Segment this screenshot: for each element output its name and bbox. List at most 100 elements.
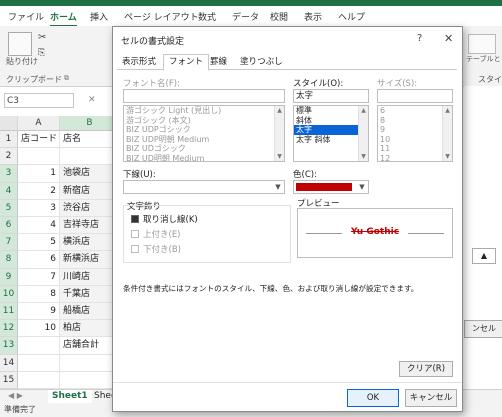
cell-a[interactable]: 1 [18, 165, 60, 183]
cell-b[interactable]: 店名 [60, 131, 120, 149]
row-header[interactable]: 5 [0, 199, 18, 217]
list-item[interactable]: 太字 斜体 [294, 135, 368, 145]
cell-b[interactable]: 吉祥寺店 [60, 217, 120, 235]
tab-insert[interactable]: 挿入 [90, 10, 108, 23]
cell-a[interactable] [18, 371, 60, 389]
list-item[interactable]: BIZ UDPゴシック [124, 125, 284, 135]
font-name-list[interactable]: 游ゴシック Light (見出し) 游ゴシック (本文) BIZ UDPゴシック BI… [123, 105, 285, 162]
cell-a[interactable]: 10 [18, 320, 60, 338]
size-input[interactable] [377, 89, 453, 103]
size-list[interactable]: 6 8 9 10 11 12 ▲ ▼ [377, 105, 453, 162]
row-header[interactable]: 9 [0, 268, 18, 286]
list-item[interactable]: 8 [378, 116, 452, 126]
cell-b[interactable] [60, 354, 120, 372]
cell-b[interactable]: 船橋店 [60, 303, 120, 321]
worksheet-grid[interactable]: A B 1 店コード 店名 2 3 1 池袋店 4 2 新宿店 5 3 渋谷店 6 4 吉祥寺店 7 5 横浜店 8 6… [0, 116, 120, 407]
scroll-down-icon[interactable]: ▼ [443, 152, 452, 161]
ok-button[interactable]: OK [347, 389, 399, 407]
name-box[interactable]: C3 [4, 93, 74, 108]
tab-data[interactable]: データ [232, 10, 259, 23]
column-header-b[interactable]: B [60, 116, 120, 131]
tab-font[interactable]: フォント [163, 54, 210, 71]
cell-b[interactable]: 川崎店 [60, 268, 120, 286]
cell-a[interactable]: 8 [18, 285, 60, 303]
list-item[interactable]: BIZ UD明朝 Medium [124, 154, 284, 162]
tab-number-format[interactable]: 表示形式 [117, 55, 161, 69]
list-item[interactable]: BIZ UDゴシック [124, 144, 284, 154]
row-header[interactable]: 6 [0, 217, 18, 235]
scroll-down-icon[interactable]: ▼ [275, 152, 284, 161]
row-header[interactable]: 7 [0, 234, 18, 252]
cancel-button[interactable]: キャンセル [405, 389, 457, 407]
tab-view[interactable]: 表示 [304, 10, 322, 23]
row-header[interactable]: 10 [0, 285, 18, 303]
list-item[interactable]: 游ゴシック Light (見出し) [124, 106, 284, 116]
cell-b[interactable] [60, 371, 120, 389]
style-list-scrollbar[interactable]: ▲ ▼ [358, 106, 368, 161]
scroll-down-icon[interactable]: ▼ [359, 152, 368, 161]
cell-a[interactable] [18, 337, 60, 355]
cell-b[interactable]: 池袋店 [60, 165, 120, 183]
list-item[interactable]: 游ゴシック (本文) [124, 116, 284, 126]
list-item[interactable]: 斜体 [294, 116, 368, 126]
select-all-corner[interactable] [0, 116, 18, 131]
list-item[interactable]: 6 [378, 106, 452, 116]
row-header[interactable]: 12 [0, 320, 18, 338]
superscript-checkbox[interactable] [131, 230, 139, 238]
cell-a[interactable]: 店コード [18, 131, 60, 149]
cell-b[interactable] [60, 148, 120, 166]
underline-select[interactable]: ▼ [123, 180, 285, 194]
row-header[interactable]: 13 [0, 337, 18, 355]
cell-a[interactable]: 7 [18, 268, 60, 286]
cell-a[interactable] [18, 354, 60, 372]
partial-cancel-button[interactable]: ンセル [464, 320, 502, 338]
row-header[interactable]: 11 [0, 303, 18, 321]
tab-help[interactable]: ヘルプ [338, 10, 365, 23]
font-list-scrollbar[interactable]: ▲ ▼ [274, 106, 284, 161]
cell-b[interactable]: 横浜店 [60, 234, 120, 252]
list-item[interactable]: 9 [378, 125, 452, 135]
subscript-label[interactable]: 下付き(B) [143, 243, 181, 255]
list-item[interactable]: 11 [378, 144, 452, 154]
cell-a[interactable]: 2 [18, 182, 60, 200]
cell-b[interactable]: 新横浜店 [60, 251, 120, 269]
list-item[interactable]: 標準 [294, 106, 368, 116]
scroll-up-icon[interactable]: ▲ [275, 106, 284, 115]
style-list[interactable]: 標準 斜体 太字 太字 斜体 ▲ ▼ [293, 105, 369, 162]
cell-a[interactable]: 5 [18, 234, 60, 252]
size-list-scrollbar[interactable]: ▲ ▼ [442, 106, 452, 161]
cell-a[interactable]: 4 [18, 217, 60, 235]
row-header[interactable]: 15 [0, 371, 18, 389]
cell-a[interactable]: 3 [18, 199, 60, 217]
row-header[interactable]: 1 [0, 131, 18, 149]
superscript-label[interactable]: 上付き(E) [143, 228, 181, 240]
cell-b[interactable]: 新宿店 [60, 182, 120, 200]
row-header[interactable]: 2 [0, 148, 18, 166]
scroll-up-icon[interactable]: ▲ [472, 248, 496, 264]
cell-b[interactable]: 店舗合計 [60, 337, 120, 355]
font-name-input[interactable] [123, 89, 285, 103]
tab-review[interactable]: 校閲 [270, 10, 288, 23]
scroll-up-icon[interactable]: ▲ [359, 106, 368, 115]
cell-b[interactable]: 渋谷店 [60, 199, 120, 217]
tab-file[interactable]: ファイル [8, 10, 44, 23]
strikethrough-checkbox[interactable] [131, 215, 139, 223]
paste-icon[interactable] [8, 32, 32, 56]
cell-b[interactable]: 千葉店 [60, 285, 120, 303]
list-item[interactable]: 太字 [294, 125, 368, 135]
color-select[interactable]: ▼ [293, 180, 369, 194]
close-icon[interactable]: ✕ [444, 32, 453, 45]
clipboard-launcher-icon[interactable]: ⧉ [64, 74, 69, 83]
list-item[interactable]: 10 [378, 135, 452, 145]
list-item[interactable]: BIZ UDP明朝 Medium [124, 135, 284, 145]
strikethrough-label[interactable]: 取り消し線(K) [143, 213, 198, 225]
list-item[interactable]: 12 [378, 154, 452, 162]
row-header[interactable]: 3 [0, 165, 18, 183]
subscript-checkbox[interactable] [131, 245, 139, 253]
tab-page-layout[interactable]: ページ レイアウト [124, 10, 199, 23]
cell-a[interactable]: 9 [18, 303, 60, 321]
cell-a[interactable]: 6 [18, 251, 60, 269]
tab-fill[interactable]: 塗りつぶし [235, 55, 288, 69]
cell-b[interactable]: 柏店 [60, 320, 120, 338]
scroll-up-icon[interactable]: ▲ [443, 106, 452, 115]
